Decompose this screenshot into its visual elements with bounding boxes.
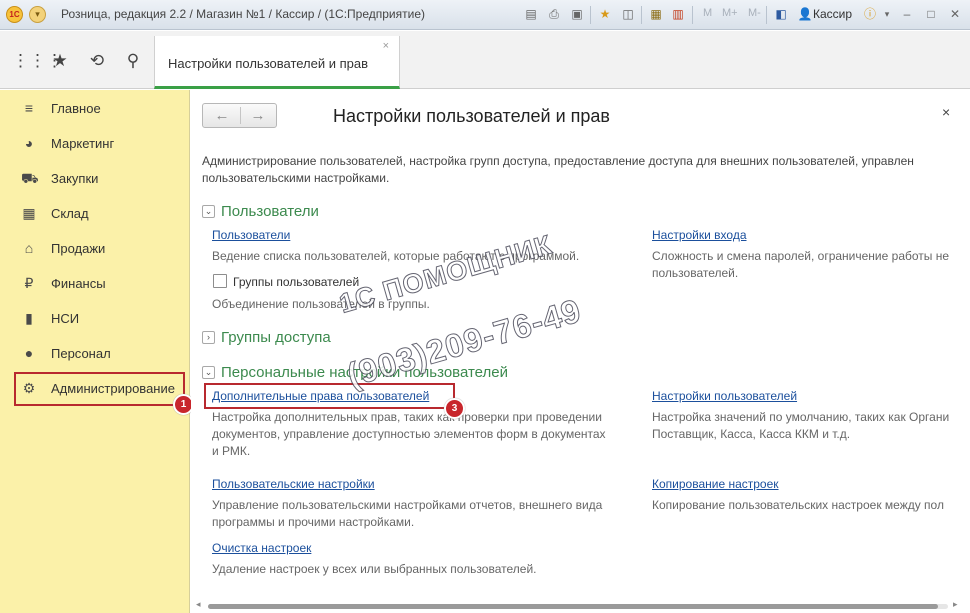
info-icon[interactable]: ⓘ	[862, 6, 878, 22]
window-titlebar: 1С ▾ Розница, редакция 2.2 / Магазин №1 …	[0, 0, 970, 30]
app-logo-icon[interactable]: 1С	[6, 6, 23, 23]
save-icon[interactable]: ▤	[523, 6, 539, 22]
memory-m-button[interactable]: M	[703, 7, 712, 19]
cart-icon: ⛟	[21, 170, 39, 186]
login-settings-link[interactable]: Настройки входа	[652, 228, 747, 242]
user-groups-label[interactable]: Группы пользователей	[233, 275, 359, 289]
warehouse-grid-icon: ▦	[22, 205, 36, 221]
calculator-icon[interactable]: ▦	[648, 6, 664, 22]
step-badge-3: 3	[444, 398, 465, 419]
horizontal-scrollbar[interactable]: ◂ ▸	[196, 599, 962, 610]
print-icon[interactable]: ⎙	[546, 6, 562, 22]
login-settings-note: Сложность и смена паролей, ограничение р…	[652, 249, 950, 280]
tab-close-icon[interactable]: ×	[383, 40, 389, 52]
window-close-icon[interactable]: ✕	[947, 6, 963, 22]
minimize-icon[interactable]: –	[899, 6, 915, 22]
copy-settings-note: Копирование пользовательских настроек ме…	[652, 498, 944, 512]
sidebar-item-main[interactable]: ≡ Главное	[0, 91, 190, 126]
back-arrow-icon[interactable]: ←	[207, 106, 237, 125]
form-close-icon[interactable]: ×	[942, 104, 950, 120]
maximize-icon[interactable]: □	[923, 6, 939, 22]
clear-settings-note: Удаление настроек у всех или выбранных п…	[212, 562, 537, 576]
user-groups-checkbox[interactable]	[213, 274, 227, 288]
calendar-icon[interactable]: ▥	[670, 6, 686, 22]
sidebar-item-label: Главное	[51, 101, 101, 116]
sidebar-item-personnel[interactable]: ● Персонал	[0, 336, 190, 371]
sections-sidebar: ≡ Главное ◕ Маркетинг ⛟ Закупки ▦ Склад …	[0, 90, 190, 613]
group-users-title: Пользователи	[221, 203, 319, 220]
sidebar-item-label: Персонал	[51, 346, 111, 361]
sidebar-item-purchases[interactable]: ⛟ Закупки	[0, 161, 190, 196]
all-functions-grid-icon[interactable]: ⋮⋮⋮	[12, 50, 63, 72]
history-clock-icon[interactable]: ⟲	[86, 50, 108, 72]
scroll-thumb[interactable]	[208, 604, 938, 609]
search-icon[interactable]: ⚲	[122, 50, 144, 72]
sidebar-item-label: Финансы	[51, 276, 106, 291]
settings-form: ← → Настройки пользователей и прав × Адм…	[191, 90, 970, 613]
titlebar-divider	[590, 6, 591, 24]
tab-user-rights-settings[interactable]: Настройки пользователей и прав ×	[154, 36, 400, 89]
sidebar-item-finance[interactable]: ₽ Финансы	[0, 266, 190, 301]
favorites-icon[interactable]: ★	[597, 6, 613, 22]
menu-lines-icon: ≡	[24, 100, 34, 116]
copy-settings-link[interactable]: Копирование настроек	[652, 477, 779, 491]
user-settings-note: Настройка значений по умолчанию, таких к…	[652, 410, 950, 441]
tab-label: Настройки пользователей и прав	[168, 56, 369, 71]
forward-arrow-icon[interactable]: →	[243, 106, 273, 125]
administration-highlight-frame	[14, 372, 185, 406]
clear-settings-link[interactable]: Очистка настроек	[212, 541, 311, 555]
info-dropdown-icon[interactable]: ▾	[879, 6, 895, 22]
personal-settings-link[interactable]: Пользовательские настройки	[212, 477, 375, 491]
main-menu-icon[interactable]: ▾	[29, 6, 46, 23]
sidebar-item-warehouse[interactable]: ▦ Склад	[0, 196, 190, 231]
sidebar-item-nsi[interactable]: ▮ НСИ	[0, 301, 190, 336]
sidebar-item-label: Склад	[51, 206, 89, 221]
memory-plus-button[interactable]: M+	[722, 7, 738, 19]
window-title: Розница, редакция 2.2 / Магазин №1 / Кас…	[61, 7, 426, 21]
sidebar-item-marketing[interactable]: ◕ Маркетинг	[0, 126, 190, 161]
sidebar-item-label: НСИ	[51, 311, 80, 326]
sidebar-item-label: Продажи	[51, 241, 106, 256]
scroll-left-icon[interactable]: ◂	[196, 599, 201, 610]
titlebar-divider	[766, 6, 767, 24]
group-access-title: Группы доступа	[221, 329, 331, 346]
ruble-coin-icon: ₽	[24, 275, 34, 291]
memory-minus-button[interactable]: M-	[748, 7, 761, 19]
person-icon: ●	[24, 345, 34, 361]
extra-rights-highlight-frame	[204, 383, 455, 409]
section-toolbar: ⋮⋮⋮ ★ ⟲ ⚲ Настройки пользователей и прав…	[0, 31, 970, 89]
preview-icon[interactable]: ▣	[569, 6, 585, 22]
user-icon: 👤	[797, 7, 813, 21]
nav-divider	[240, 107, 241, 124]
sidebar-item-label: Маркетинг	[51, 136, 115, 151]
form-description: Администрирование пользователей, настрой…	[202, 154, 914, 185]
collapse-chevron-icon[interactable]: ⌄	[202, 205, 215, 218]
reference-book-icon: ▮	[25, 310, 33, 326]
titlebar-divider	[641, 6, 642, 24]
expand-chevron-icon[interactable]: ›	[202, 331, 215, 344]
personal-settings-note: Управление пользовательскими настройками…	[212, 498, 603, 529]
history-nav-buttons: ← →	[202, 103, 277, 128]
user-settings-link[interactable]: Настройки пользователей	[652, 389, 797, 403]
basket-icon: ⌂	[24, 240, 34, 256]
extra-rights-note: Настройка дополнительных прав, таких как…	[212, 410, 606, 458]
sidebar-item-sales[interactable]: ⌂ Продажи	[0, 231, 190, 266]
pie-chart-icon: ◕	[24, 135, 34, 151]
collapse-chevron-icon[interactable]: ⌄	[202, 366, 215, 379]
group-access-header[interactable]: › Группы доступа	[202, 329, 331, 346]
page-title: Настройки пользователей и прав	[333, 106, 610, 126]
current-user[interactable]: Кассир	[813, 7, 852, 21]
group-users-header[interactable]: ⌄ Пользователи	[202, 203, 319, 220]
titlebar-divider	[692, 6, 693, 24]
panels-icon[interactable]: ◧	[773, 6, 789, 22]
sidebar-item-label: Закупки	[51, 171, 99, 186]
scroll-right-icon[interactable]: ▸	[953, 599, 958, 610]
users-link[interactable]: Пользователи	[212, 228, 290, 242]
favorites-star-icon[interactable]: ★	[49, 50, 71, 72]
history-icon[interactable]: ◫	[620, 6, 636, 22]
